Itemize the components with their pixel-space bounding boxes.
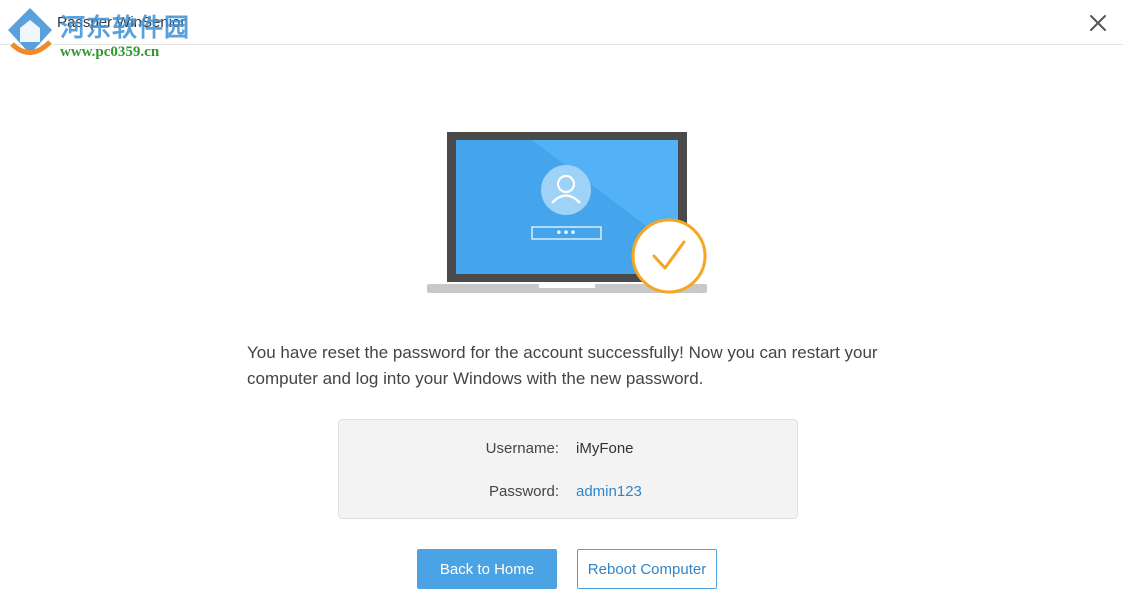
app-logo-icon: [8, 8, 52, 55]
username-label: Username:: [485, 440, 559, 457]
password-value: admin123: [576, 483, 642, 500]
back-to-home-button[interactable]: Back to Home: [417, 549, 557, 589]
user-icon: [541, 165, 591, 215]
watermark-text: 河东软件园: [60, 14, 191, 42]
watermark-url: www.pc0359.cn: [60, 44, 160, 60]
password-label: Password:: [488, 483, 559, 500]
username-row: Username: iMyFone: [339, 440, 797, 462]
close-icon[interactable]: [1087, 12, 1109, 34]
credentials-panel: Username: iMyFone Password: admin123: [338, 419, 798, 519]
password-row: Password: admin123: [339, 483, 797, 505]
success-laptop-illustration: •••: [427, 132, 707, 294]
username-value: iMyFone: [576, 440, 634, 457]
password-dots: •••: [555, 226, 576, 240]
title-bar: Passper WinSenior 河东软件园 www.pc0359.cn: [0, 0, 1123, 60]
reboot-computer-button[interactable]: Reboot Computer: [577, 549, 717, 589]
checkmark-icon: [631, 218, 707, 294]
success-message: You have reset the password for the acco…: [247, 343, 878, 388]
